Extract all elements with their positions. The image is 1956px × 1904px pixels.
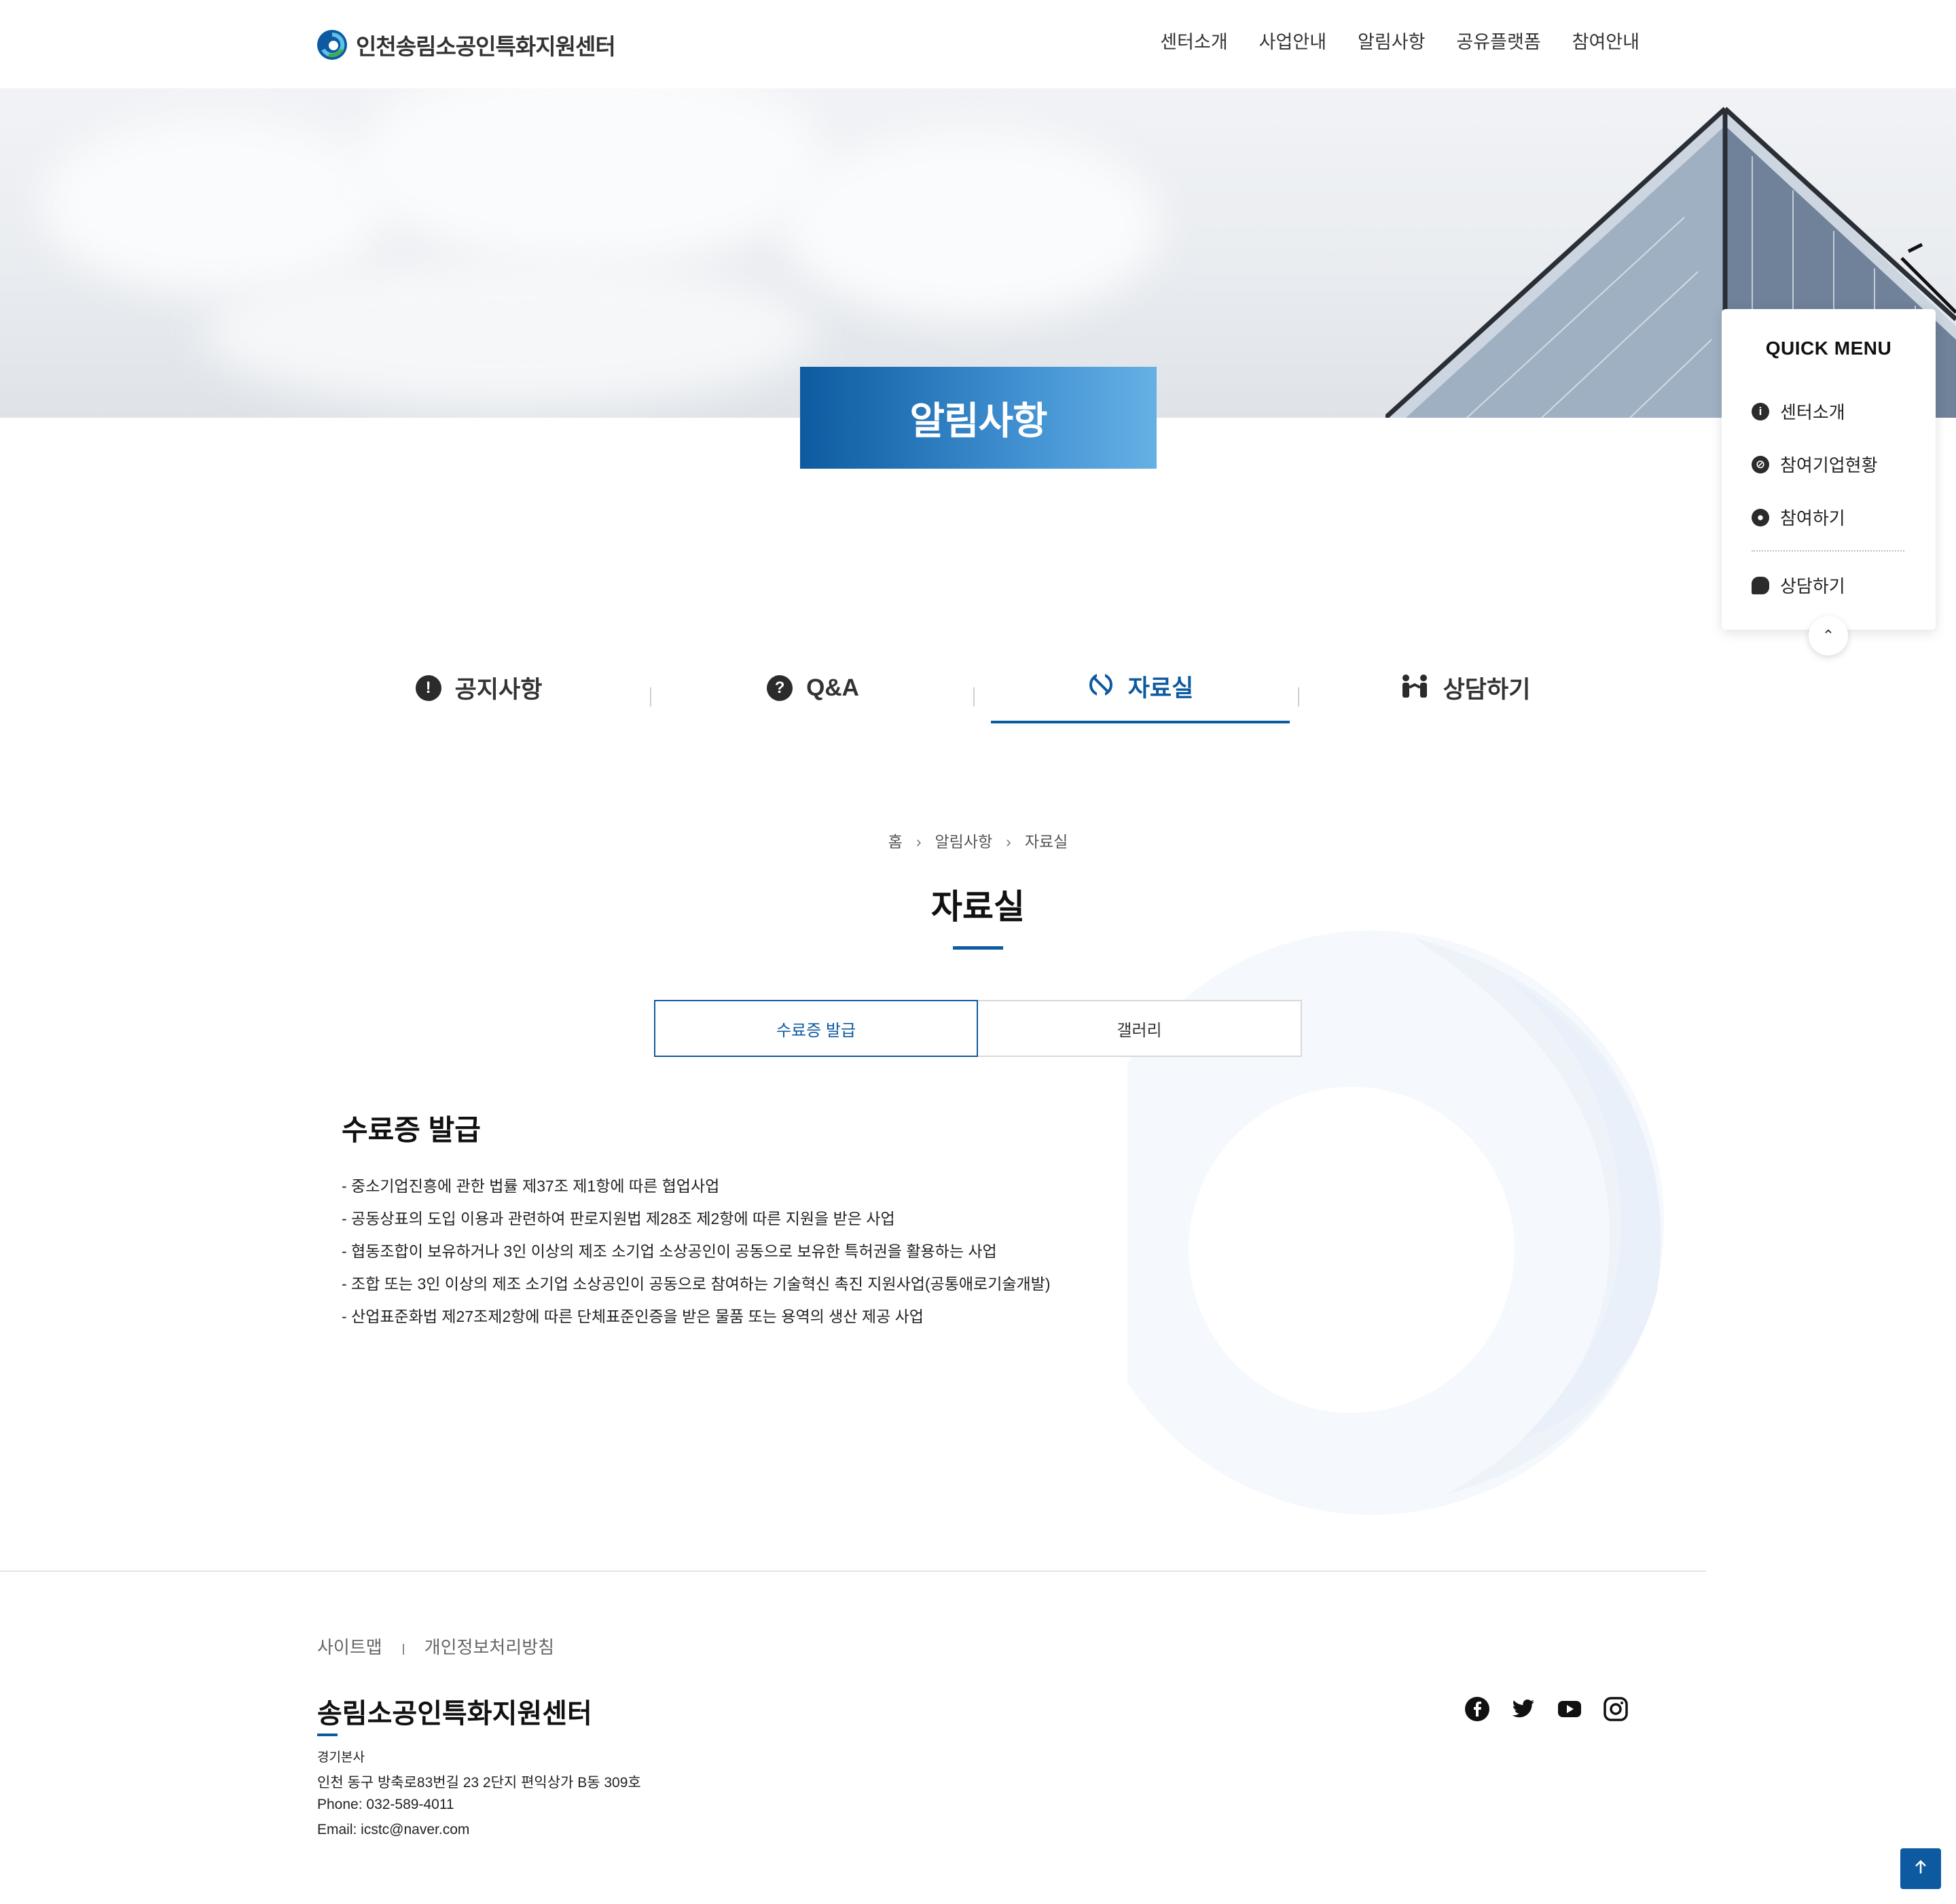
breadcrumb-notice[interactable]: 알림사항 <box>935 833 993 850</box>
title-underline <box>953 946 1003 950</box>
footer-branch: 경기본사 <box>317 1750 365 1765</box>
chat-icon <box>1752 576 1769 594</box>
footer-links: 사이트맵 개인정보처리방침 <box>317 1634 554 1659</box>
breadcrumb-home[interactable]: 홈 <box>888 833 903 850</box>
page-banner: 알림사항 <box>800 367 1157 469</box>
banner-title: 알림사항 <box>909 399 1047 442</box>
main-nav: 센터소개 사업안내 알림사항 공유플랫폼 참여안내 <box>1160 27 1640 54</box>
footer-link-privacy[interactable]: 개인정보처리방침 <box>424 1634 554 1659</box>
tab-qna[interactable]: ? Q&A <box>664 652 962 723</box>
list-item: - 조합 또는 3인 이상의 제조 소기업 소상공인이 공동으로 참여하는 기술… <box>342 1275 1051 1293</box>
tab-label: 상담하기 <box>1443 677 1531 703</box>
tab-consult[interactable]: 상담하기 <box>1316 652 1614 723</box>
quick-menu-item-companies[interactable]: ⊘ 참여기업현황 <box>1752 452 1878 477</box>
nav-item-platform[interactable]: 공유플랫폼 <box>1456 27 1540 54</box>
content-list: - 중소기업진흥에 관한 법률 제37조 제1항에 따른 협업사업 - 공동상표… <box>342 1170 1051 1333</box>
footer-divider <box>0 1570 1706 1572</box>
quick-menu-label: 참여하기 <box>1780 508 1845 528</box>
footer-name-underline <box>317 1734 338 1736</box>
nav-item-center[interactable]: 센터소개 <box>1160 27 1227 54</box>
youtube-icon[interactable] <box>1556 1695 1583 1723</box>
tab-label: 공지사항 <box>454 677 543 703</box>
archive-icon <box>1087 671 1115 702</box>
breadcrumb-separator: › <box>1006 833 1011 850</box>
quick-menu-item-consult[interactable]: 상담하기 <box>1752 573 1845 598</box>
tab-label: Q&A <box>806 674 859 701</box>
footer-address: 인천 동구 방축로83번길 23 2단지 편익상가 B동 309호 <box>317 1775 641 1791</box>
tab-archive[interactable]: 자료실 <box>991 652 1290 723</box>
logo-text: 인천송림소공인특화지원센터 <box>356 34 616 59</box>
list-item: - 협동조합이 보유하거나 3인 이상의 제조 소기업 소상공인이 공동으로 보… <box>342 1242 997 1260</box>
quick-menu-item-center[interactable]: i 센터소개 <box>1752 399 1845 424</box>
list-item: - 산업표준화법 제27조제2항에 따른 단체표준인증을 받은 물품 또는 용역… <box>342 1308 924 1325</box>
subtab-gallery[interactable]: 갤러리 <box>978 1000 1302 1057</box>
tab-divider <box>650 687 651 706</box>
tab-divider <box>973 687 975 706</box>
logo-icon <box>316 29 348 60</box>
breadcrumb-current: 자료실 <box>1024 833 1068 850</box>
footer-email: Email: icstc@naver.com <box>317 1822 470 1837</box>
quick-menu-item-join[interactable]: ● 참여하기 <box>1752 505 1845 530</box>
question-icon: ? <box>767 675 793 701</box>
site-logo[interactable]: 인천송림소공인특화지원센터 <box>316 26 616 64</box>
quick-menu-collapse-button[interactable]: ⌃ <box>1809 616 1848 655</box>
tab-label: 자료실 <box>1127 675 1194 702</box>
quick-menu-label: 센터소개 <box>1780 402 1845 423</box>
scroll-top-button[interactable] <box>1900 1848 1941 1889</box>
section-tabs: ! 공지사항 ? Q&A 자료실 상담하기 <box>329 652 1623 723</box>
footer-phone: Phone: 032-589-4011 <box>317 1797 454 1812</box>
instagram-icon[interactable] <box>1602 1695 1629 1723</box>
nav-item-business[interactable]: 사업안내 <box>1259 27 1326 54</box>
quick-menu-divider <box>1752 550 1904 552</box>
info-icon: i <box>1752 402 1769 420</box>
user-icon: ● <box>1752 508 1769 526</box>
twitter-icon[interactable] <box>1510 1695 1537 1723</box>
list-item: - 중소기업진흥에 관한 법률 제37조 제1항에 따른 협업사업 <box>342 1177 720 1195</box>
nav-item-join[interactable]: 참여안내 <box>1572 27 1640 54</box>
link-icon: ⊘ <box>1752 455 1769 473</box>
chevron-up-icon: ⌃ <box>1822 627 1835 644</box>
tab-notice[interactable]: ! 공지사항 <box>329 652 628 723</box>
quick-menu-label: 상담하기 <box>1780 576 1845 596</box>
tab-divider <box>1298 687 1299 706</box>
content-title: 수료증 발급 <box>342 1114 481 1146</box>
list-item: - 공동상표의 도입 이용과 관련하여 판로지원법 제28조 제2항에 따른 지… <box>342 1210 895 1227</box>
footer-link-separator <box>402 1643 404 1655</box>
subtab-certificate[interactable]: 수료증 발급 <box>654 1000 978 1057</box>
breadcrumb: 홈 › 알림사항 › 자료실 <box>0 829 1956 852</box>
sns-links <box>1464 1695 1629 1723</box>
breadcrumb-separator: › <box>916 833 922 850</box>
sub-tabs: 수료증 발급 갤러리 <box>654 1000 1302 1057</box>
footer-org-name: 송림소공인특화지원센터 <box>317 1699 592 1729</box>
facebook-icon[interactable] <box>1464 1695 1491 1723</box>
page-title: 자료실 <box>931 888 1025 926</box>
footer-link-sitemap[interactable]: 사이트맵 <box>317 1634 382 1659</box>
site-header: 인천송림소공인특화지원센터 센터소개 사업안내 알림사항 공유플랫폼 참여안내 <box>0 0 1956 88</box>
arrow-up-icon <box>1912 1858 1930 1880</box>
quick-menu-title: QUICK MENU <box>1765 338 1892 359</box>
watermark-swirl <box>1127 931 1664 1515</box>
handshake-icon <box>1400 672 1430 703</box>
nav-item-notice[interactable]: 알림사항 <box>1358 27 1425 54</box>
exclamation-icon: ! <box>415 675 441 701</box>
quick-menu: QUICK MENU i 센터소개 ⊘ 참여기업현황 ● 참여하기 상담하기 <box>1722 309 1936 630</box>
quick-menu-label: 참여기업현황 <box>1780 455 1878 475</box>
